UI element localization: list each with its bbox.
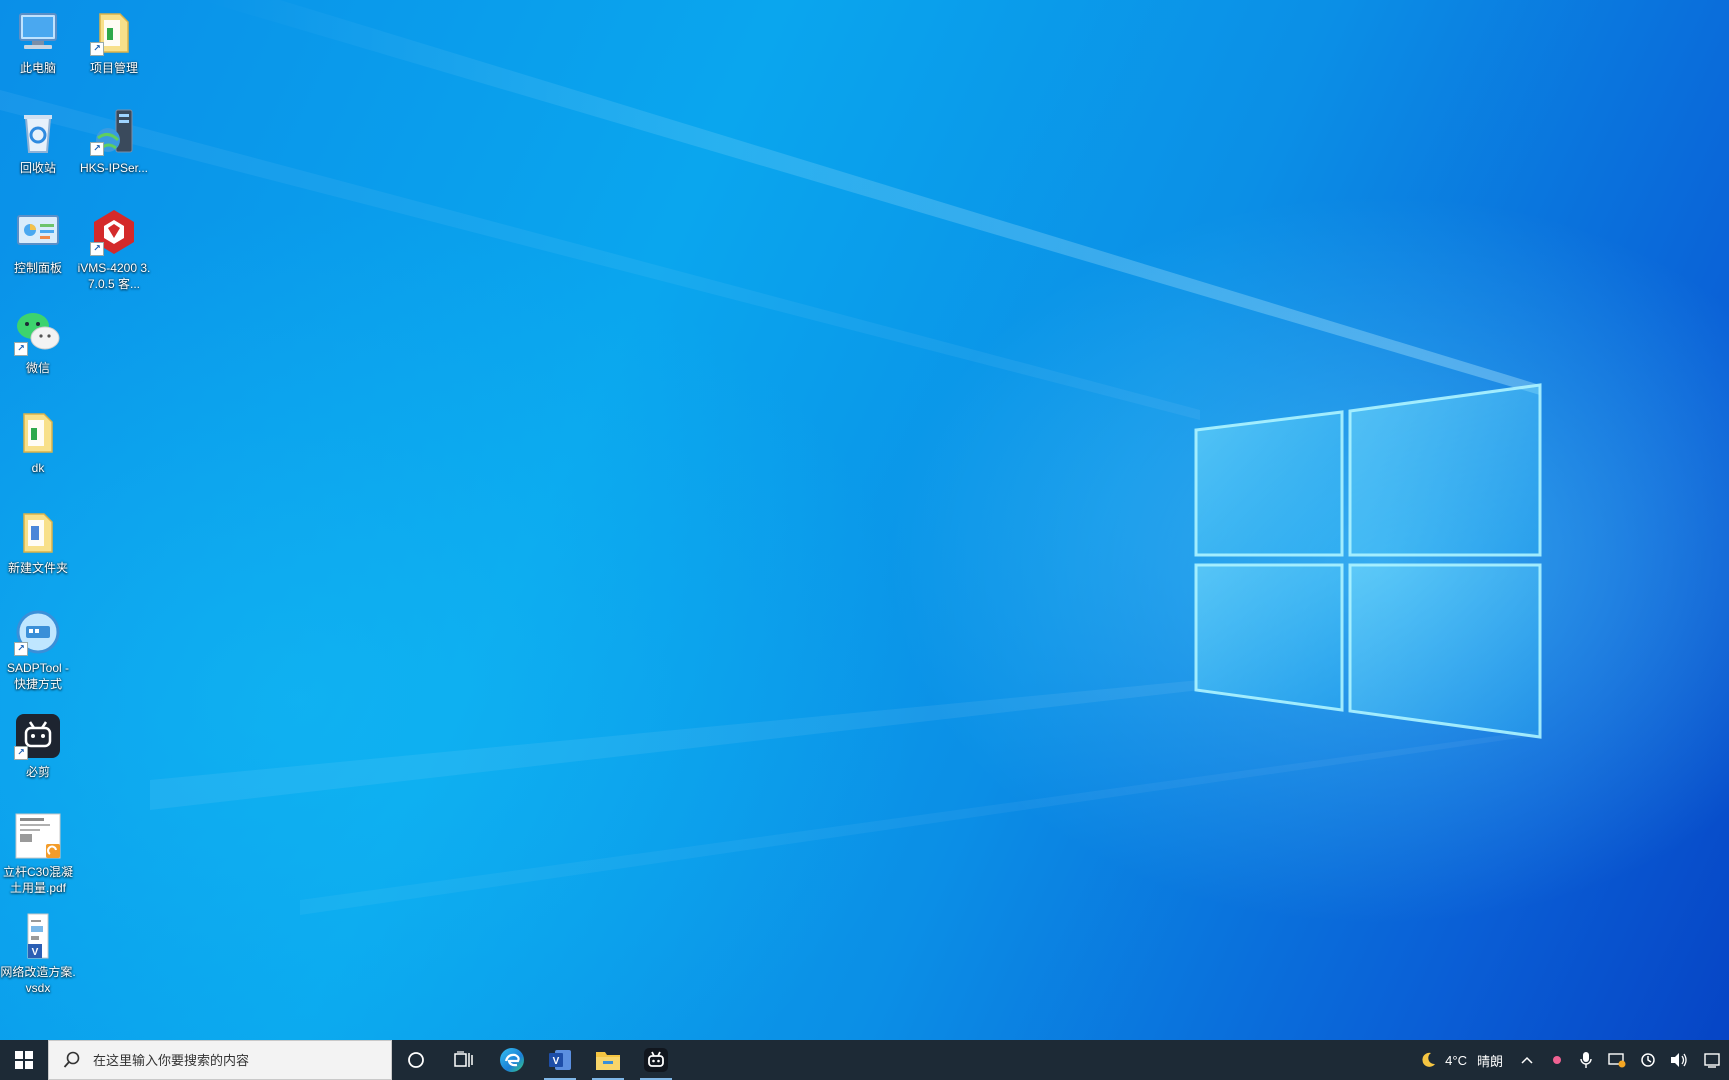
taskbar: V 4°C 晴朗: [0, 1040, 1729, 1080]
task-view-icon: [454, 1051, 473, 1067]
icon-label: SADPTool - 快捷方式: [6, 661, 70, 691]
desktop-icon-recycle-bin[interactable]: 回收站: [0, 108, 76, 176]
system-tray: 4°C 晴朗: [1411, 1040, 1729, 1080]
icon-label: 项目管理: [89, 61, 138, 75]
icon-label: 回收站: [19, 161, 56, 175]
notifications-icon: [1704, 1053, 1720, 1068]
file-explorer-taskbar-button[interactable]: [584, 1040, 632, 1080]
windows-start-icon: [15, 1051, 33, 1069]
microphone-icon: [1580, 1052, 1592, 1068]
desktop-icon-dk-folder[interactable]: dk: [0, 408, 76, 476]
control-panel-icon: [14, 208, 62, 256]
icon-label: 微信: [25, 361, 50, 375]
desktop-icon-ivms-4200[interactable]: ↗ iVMS-4200 3.7.0.5 客...: [76, 208, 152, 292]
bijian-icon: [644, 1048, 668, 1072]
edge-taskbar-button[interactable]: [488, 1040, 536, 1080]
desktop[interactable]: 此电脑 回收站 控制面板 ↗ 微信 dk 新建文件夹 ↗ SADPTool - …: [0, 0, 1729, 1080]
shortcut-arrow-icon: ↗: [14, 746, 28, 760]
network-status-button[interactable]: [1601, 1040, 1633, 1080]
desktop-icon-project-management[interactable]: ↗ 项目管理: [76, 8, 152, 76]
taskbar-search-box[interactable]: [48, 1040, 392, 1080]
tray-status-dot[interactable]: [1543, 1040, 1571, 1080]
icon-label: 网络改造方案.vsdx: [0, 965, 76, 995]
file-explorer-icon: [596, 1052, 620, 1070]
cortana-button[interactable]: [392, 1040, 440, 1080]
sync-icon: [1641, 1053, 1655, 1067]
start-button[interactable]: [0, 1040, 48, 1080]
desktop-icon-this-pc[interactable]: 此电脑: [0, 8, 76, 76]
network-warning-icon: [1608, 1053, 1626, 1068]
cortana-icon: [408, 1052, 424, 1068]
computer-icon: [14, 8, 62, 56]
icon-label: HKS-IPSer...: [79, 161, 149, 175]
weather-temp: 4°C: [1445, 1052, 1467, 1068]
icon-label: dk: [31, 461, 45, 475]
desktop-icon-wechat[interactable]: ↗ 微信: [0, 308, 76, 376]
desktop-icon-sadptool[interactable]: ↗ SADPTool - 快捷方式: [0, 608, 76, 692]
microphone-button[interactable]: [1571, 1040, 1601, 1080]
visio-file-icon: V: [14, 912, 62, 960]
shortcut-arrow-icon: ↗: [90, 42, 104, 56]
server-globe-icon: ↗: [90, 108, 138, 156]
edge-icon: [500, 1048, 524, 1072]
windows-logo-wallpaper: [1194, 383, 1542, 739]
icon-label: iVMS-4200 3.7.0.5 客...: [77, 261, 151, 291]
visio-taskbar-button[interactable]: V: [536, 1040, 584, 1080]
desktop-icon-hks-ipserver[interactable]: ↗ HKS-IPSer...: [76, 108, 152, 176]
recycle-bin-icon: [14, 108, 62, 156]
desktop-icon-bijian[interactable]: ↗ 必剪: [0, 712, 76, 780]
pdf-file-icon: [14, 812, 62, 860]
folder-icon: ↗: [90, 8, 138, 56]
search-input[interactable]: [91, 1051, 375, 1069]
visio-icon: V: [549, 1050, 571, 1070]
icon-label: 控制面板: [13, 261, 62, 275]
folder-icon: [14, 408, 62, 456]
weather-condition: 晴朗: [1476, 1053, 1503, 1069]
shortcut-arrow-icon: ↗: [14, 342, 28, 356]
search-icon: [63, 1051, 80, 1068]
volume-button[interactable]: [1663, 1040, 1695, 1080]
svg-text:V: V: [32, 947, 39, 958]
action-center-button[interactable]: [1695, 1040, 1729, 1080]
record-dot-icon: [1553, 1056, 1561, 1064]
desktop-icon-control-panel[interactable]: 控制面板: [0, 208, 76, 276]
shortcut-arrow-icon: ↗: [14, 642, 28, 656]
bijian-icon: ↗: [14, 712, 62, 760]
icon-label: 立杆C30混凝土用量.pdf: [2, 865, 73, 895]
svg-text:V: V: [553, 1056, 560, 1067]
task-view-button[interactable]: [440, 1040, 488, 1080]
show-hidden-icons-button[interactable]: [1511, 1040, 1543, 1080]
wechat-icon: ↗: [14, 308, 62, 356]
weather-widget[interactable]: 4°C 晴朗: [1411, 1040, 1511, 1080]
desktop-icon-new-folder[interactable]: 新建文件夹: [0, 508, 76, 576]
bijian-taskbar-button[interactable]: [632, 1040, 680, 1080]
ivms-4200-icon: ↗: [90, 208, 138, 256]
chevron-up-icon: [1521, 1056, 1533, 1064]
volume-icon: [1671, 1053, 1687, 1067]
icon-label: 新建文件夹: [7, 561, 68, 575]
shortcut-arrow-icon: ↗: [90, 142, 104, 156]
folder-icon: [14, 508, 62, 556]
shortcut-arrow-icon: ↗: [90, 242, 104, 256]
sadptool-icon: ↗: [14, 608, 62, 656]
moon-icon: [1422, 1052, 1436, 1067]
desktop-icon-vsdx-file[interactable]: V 网络改造方案.vsdx: [0, 912, 76, 996]
icon-label: 此电脑: [19, 61, 56, 75]
desktop-icon-pdf-file[interactable]: 立杆C30混凝土用量.pdf: [0, 812, 76, 896]
icon-label: 必剪: [25, 765, 50, 779]
onedrive-sync-button[interactable]: [1633, 1040, 1663, 1080]
